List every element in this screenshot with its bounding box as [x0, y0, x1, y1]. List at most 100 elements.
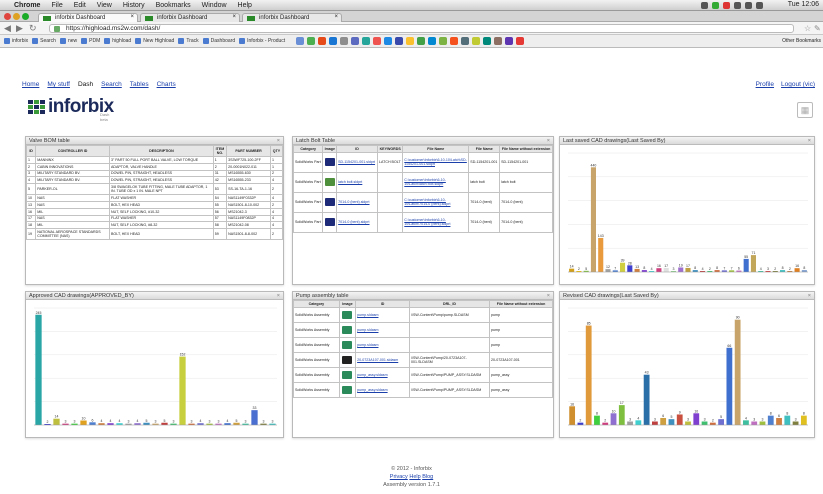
nav-logout[interactable]: Logout (vic)	[781, 81, 815, 88]
bookmark-icon[interactable]	[450, 37, 459, 45]
bookmark-item[interactable]: new	[59, 38, 77, 44]
nav-dash[interactable]: Dash	[78, 81, 93, 88]
chart-bar[interactable]	[161, 422, 168, 425]
bookmark-icon[interactable]	[329, 37, 338, 45]
footer-link-privacy[interactable]: Privacy	[390, 474, 408, 480]
column-header[interactable]: DESCRIPTION	[109, 145, 214, 157]
column-header[interactable]: File Name	[402, 145, 470, 153]
table-row[interactable]: SolidWorks Assemblyassemblypump.sldasm\\…	[293, 306, 553, 323]
chart-bar[interactable]	[627, 265, 633, 272]
chart-bar[interactable]	[251, 410, 258, 425]
bookmark-icon[interactable]	[428, 37, 437, 45]
bookmark-icon[interactable]	[516, 37, 525, 45]
chart-bar[interactable]	[569, 268, 575, 272]
chart-bar[interactable]	[794, 268, 800, 272]
chart-bar[interactable]	[233, 422, 240, 425]
bookmark-item[interactable]: Search	[32, 38, 56, 44]
chart-bar[interactable]	[594, 415, 600, 425]
part-thumbnail[interactable]: latch-bolt	[324, 218, 335, 227]
table-row[interactable]: 13 NAS BOLT, HEX HEAD 55 NAS1501-8-10-002 2	[25, 200, 284, 209]
column-header[interactable]: CONTROLLER ID	[35, 145, 111, 157]
status-icon[interactable]	[712, 2, 719, 9]
chart-bar[interactable]	[678, 267, 684, 272]
column-header[interactable]: Image	[338, 300, 357, 308]
chart-bar[interactable]	[709, 422, 716, 425]
close-tab-icon[interactable]: ×	[130, 14, 134, 20]
chart-bar[interactable]	[569, 406, 576, 425]
back-icon[interactable]: ◀	[4, 23, 11, 34]
bookmark-item[interactable]: PDM	[81, 38, 100, 44]
chart-bar[interactable]	[751, 421, 758, 425]
brand-logo[interactable]: inforbix Dash beta	[28, 93, 114, 122]
bookmark-icon[interactable]	[307, 37, 316, 45]
table-row[interactable]: 3 MILITARY STANDARD BV. DOWEL PIN, STRAIGH…	[25, 169, 284, 178]
chart-bar[interactable]	[620, 262, 626, 272]
footer-link-help[interactable]: Help	[409, 474, 420, 480]
part-thumbnail[interactable]: latch-bolt	[324, 198, 335, 207]
bookmark-icon[interactable]	[439, 37, 448, 45]
chart-bar[interactable]	[701, 421, 708, 425]
column-header[interactable]: Category	[292, 145, 324, 153]
chart-bar[interactable]	[643, 374, 650, 425]
column-header[interactable]: KEYWORDS	[377, 145, 404, 153]
chart-bar[interactable]	[602, 422, 609, 425]
chart-bar[interactable]	[590, 167, 596, 272]
chart-bar[interactable]	[618, 405, 625, 425]
nav-profile[interactable]: Profile	[756, 81, 774, 88]
table-row[interactable]: 2 CABIN INNOVATIONS ADAPTOR, VALVE HANDLE 2…	[25, 162, 284, 171]
part-thumbnail[interactable]: assembly	[342, 325, 353, 334]
chart-bar[interactable]	[585, 325, 592, 425]
table-row[interactable]: SolidWorks Assemblyassemblypump.sldasm pu…	[293, 321, 553, 338]
column-header[interactable]: Category	[293, 300, 340, 308]
status-icon[interactable]	[701, 2, 708, 9]
chart-bar[interactable]	[784, 415, 791, 425]
menu-app[interactable]: Chrome	[14, 2, 40, 9]
chart-bar[interactable]	[143, 422, 150, 425]
chart-bar[interactable]	[660, 417, 667, 425]
column-header[interactable]: ID	[355, 300, 411, 308]
table-row[interactable]: SolidWorks Partlatch-bolt7014-0 (bent).s…	[292, 211, 553, 233]
close-icon[interactable]: ×	[808, 292, 811, 300]
reload-icon[interactable]: ↻	[29, 23, 37, 34]
bookmark-icon[interactable]	[494, 37, 503, 45]
table-row[interactable]: 4 MILITARY STANDARD BV. DOWEL PIN, STRAIGH…	[25, 176, 284, 185]
chart-bar[interactable]	[693, 413, 700, 425]
zoom-window-icon[interactable]	[22, 13, 29, 20]
close-icon[interactable]: ×	[547, 292, 550, 300]
table-row[interactable]: 19 NATIONAL AEROSPACE STANDARDS COMMITTEE…	[25, 228, 284, 241]
browser-tab[interactable]: inforbix Dashboard ×	[38, 13, 138, 22]
chart-bar[interactable]	[35, 314, 42, 425]
close-icon[interactable]: ×	[277, 137, 280, 145]
close-icon[interactable]: ×	[808, 137, 811, 145]
bookmark-icon[interactable]	[296, 37, 305, 45]
bookmark-item[interactable]: New Highload	[135, 38, 174, 44]
chart-bar[interactable]	[685, 421, 691, 425]
status-icon[interactable]	[723, 2, 730, 9]
table-row[interactable]: SolidWorks Partlatch-boltlatch bolt.sldp…	[292, 171, 553, 193]
footer-link-blog[interactable]: Blog	[422, 474, 433, 480]
menu-view[interactable]: View	[97, 2, 112, 9]
other-bookmarks[interactable]: Other Bookmarks	[782, 38, 821, 44]
column-header[interactable]: ID	[336, 145, 379, 153]
bookmark-item[interactable]: Track	[178, 38, 199, 44]
battery-icon[interactable]	[756, 2, 763, 9]
column-header[interactable]: File Name without extension	[499, 145, 553, 153]
table-row[interactable]: SolidWorks Partlatch-bolt7014-0 (bent).s…	[292, 191, 553, 213]
chart-bar[interactable]	[605, 269, 611, 272]
close-icon[interactable]: ×	[547, 137, 550, 145]
bookmark-icon[interactable]	[483, 37, 492, 45]
browser-tab[interactable]: inforbix Dashboard ×	[140, 13, 240, 22]
menu-file[interactable]: File	[51, 2, 62, 9]
bookmark-item[interactable]: Dashboard	[202, 38, 235, 44]
part-thumbnail[interactable]: assembly	[342, 355, 353, 364]
grid-view-icon[interactable]: ▦	[797, 102, 813, 118]
menu-edit[interactable]: Edit	[74, 2, 86, 9]
bookmark-star-icon[interactable]: ☆	[804, 24, 811, 33]
nav-home[interactable]: Home	[22, 81, 39, 88]
table-row[interactable]: 10 NAS FLAT WASHER 54 NAS1149F0332P 4	[25, 194, 284, 202]
bookmark-icon[interactable]	[384, 37, 393, 45]
table-row[interactable]: 5 PARKER-OL 3/8 SWAGELOK TUBE FITTING, MAL…	[25, 183, 284, 196]
chart-bar[interactable]	[577, 422, 584, 425]
chart-bar[interactable]	[53, 418, 60, 425]
bookmark-icon[interactable]	[395, 37, 404, 45]
